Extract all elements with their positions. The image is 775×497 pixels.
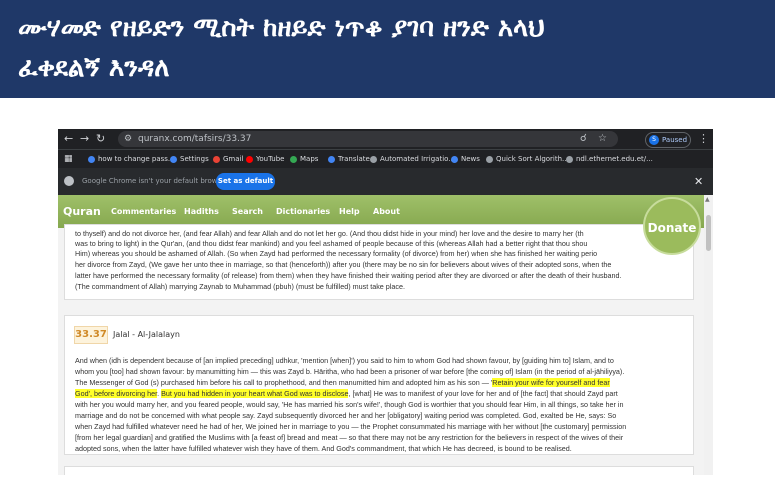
globe-icon [566, 155, 573, 163]
bookmark-item[interactable]: Translate [328, 150, 370, 168]
bookmark-item[interactable]: Quick Sort Algorith... [486, 150, 569, 168]
tafsir-text-line: And when (idh is dependent because of [a… [75, 356, 614, 365]
site-info-icon[interactable]: ⚙ [124, 131, 132, 147]
tafsir-text-line: adopted sons, when the latter have fulfi… [75, 444, 572, 453]
infobar-message: Google Chrome isn't your default browser [82, 177, 229, 185]
forward-icon[interactable]: → [80, 129, 89, 149]
profile-avatar: S [649, 135, 659, 145]
tafsir-card [64, 466, 694, 475]
browser-toolbar: ← → ↻ ⚙ quranx.com/tafsirs/33.37 ☌ ☆ S P… [58, 129, 713, 149]
banner-title: ሙሃመድ የዘይድን ሚስት ከዘይድ ነጥቆ ያገባ ዘንድ አላህ ፈቀደል… [18, 8, 763, 88]
bookmark-item[interactable]: Maps [290, 150, 318, 168]
chrome-icon [64, 176, 74, 186]
scrollbar[interactable]: ▲ [704, 195, 713, 475]
close-icon[interactable]: ✕ [694, 168, 703, 195]
browser-screenshot: ← → ↻ ⚙ quranx.com/tafsirs/33.37 ☌ ☆ S P… [58, 129, 713, 475]
scrollbar-thumb[interactable] [706, 215, 711, 251]
tafsir-text-line: her divorce from Zayd, (We gave her unto… [75, 260, 612, 269]
bookmark-item[interactable]: Gmail [213, 150, 243, 168]
bookmark-item[interactable]: Automated Irrigatio... [370, 150, 455, 168]
google-icon [170, 155, 177, 163]
menu-icon[interactable]: ⋮ [698, 129, 709, 149]
tafsir-card: 33.37 Jalal - Al-Jalalayn And when (idh … [64, 315, 694, 455]
google-icon [88, 155, 95, 163]
donate-button[interactable]: Donate [643, 197, 701, 255]
reload-icon[interactable]: ↻ [96, 129, 105, 149]
banner-title-line1: ሙሃመድ የዘይድን ሚስት ከዘይድ ነጥቆ ያገባ ዘንድ አላህ [18, 13, 545, 43]
apps-icon[interactable]: ▦ [64, 150, 73, 168]
tafsir-text-line: Him) whereas you should be ashamed of Al… [75, 249, 598, 258]
banner-title-line2: ፈቀደልኝ እንዳለ [18, 53, 170, 83]
site-icon [486, 155, 493, 163]
tafsir-text-line: (The commandment of Allah) marrying Zayn… [75, 282, 405, 291]
tafsir-text-line: latter have performed the necessary form… [75, 271, 622, 280]
bookmark-item[interactable]: YouTube [246, 150, 284, 168]
zoom-icon[interactable]: ☌ [580, 131, 587, 147]
bookmark-item[interactable]: News [451, 150, 480, 168]
youtube-icon [246, 155, 253, 163]
profile-button[interactable]: S Paused [645, 132, 691, 148]
tafsir-content: to thyself) and do not divorce her, (and… [58, 224, 704, 475]
gmail-icon [213, 155, 220, 163]
tafsir-text-line: whom you [too] had shown favour: by manu… [75, 367, 625, 376]
set-default-button[interactable]: Set as default [216, 173, 275, 190]
tafsir-text-line: marriage and do not be concerned with wh… [75, 411, 617, 420]
highlighted-text: Retain your wife for yourself and fear [492, 378, 610, 387]
tafsir-title: Jalal - Al-Jalalayn [113, 330, 180, 339]
address-bar[interactable]: ⚙ quranx.com/tafsirs/33.37 ☌ ☆ [118, 131, 618, 147]
tafsir-text-line: The Messenger of God (s) purchased him b… [75, 378, 610, 387]
tafsir-text-line: [from her legal guardian] and gratified … [75, 433, 624, 442]
translate-icon [328, 155, 335, 163]
tafsir-text-line: God', before divorcing her. But you had … [75, 389, 618, 398]
verse-badge[interactable]: 33.37 [74, 326, 108, 344]
url-text[interactable]: quranx.com/tafsirs/33.37 [138, 131, 251, 147]
back-icon[interactable]: ← [64, 129, 73, 149]
bookmark-item[interactable]: ndl.ethernet.edu.et/... [566, 150, 653, 168]
bookmark-item[interactable]: Settings [170, 150, 209, 168]
tafsir-text-line: was to bring to light) in the Qur'an, (a… [75, 239, 588, 248]
bookmark-item[interactable]: how to change pass... [88, 150, 175, 168]
tafsir-text-line: to thyself) and do not divorce her, (and… [75, 229, 584, 238]
tafsir-text-line: when Zayd had fulfilled whatever need he… [75, 422, 627, 431]
tafsir-card: to thyself) and do not divorce her, (and… [64, 224, 694, 300]
profile-status: Paused [662, 136, 688, 144]
maps-icon [290, 155, 297, 163]
highlighted-text: But you had hidden in your heart what Go… [161, 389, 349, 398]
header-banner: ሙሃመድ የዘይድን ሚስት ከዘይድ ነጥቆ ያገባ ዘንድ አላህ ፈቀደል… [0, 0, 775, 98]
bookmarks-bar: ▦ how to change pass... Settings Gmail Y… [58, 149, 713, 168]
highlighted-text: God', before divorcing her [75, 389, 158, 398]
default-browser-infobar: Google Chrome isn't your default browser… [58, 168, 713, 195]
scroll-up-icon[interactable]: ▲ [705, 197, 710, 203]
site-icon [370, 155, 377, 163]
bookmark-star-icon[interactable]: ☆ [598, 131, 607, 147]
tafsir-text-line: with her you would marry her, and you fe… [75, 400, 624, 409]
news-icon [451, 155, 458, 163]
